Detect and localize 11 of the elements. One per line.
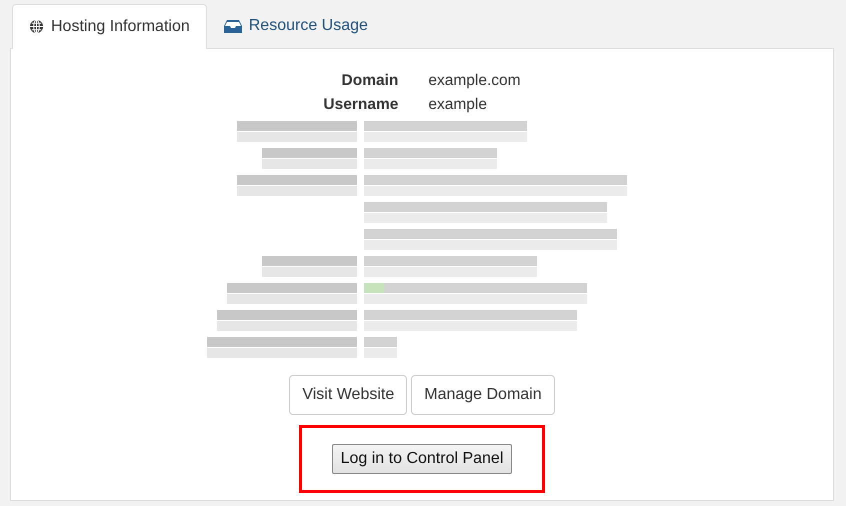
field-label: Domain [340,71,398,91]
action-button[interactable]: Manage Domain [411,375,555,415]
tab[interactable]: Resource Usage [206,4,385,48]
globe-icon [29,19,44,34]
field-value: example [428,95,488,115]
field-value: example.com [428,71,521,91]
tab[interactable]: Hosting Information [12,4,207,49]
field-label: Username [323,95,398,115]
inbox-icon [224,20,242,32]
action-button[interactable]: Visit Website [289,375,408,415]
control-panel-button[interactable]: Log in to Control Panel [332,444,512,474]
